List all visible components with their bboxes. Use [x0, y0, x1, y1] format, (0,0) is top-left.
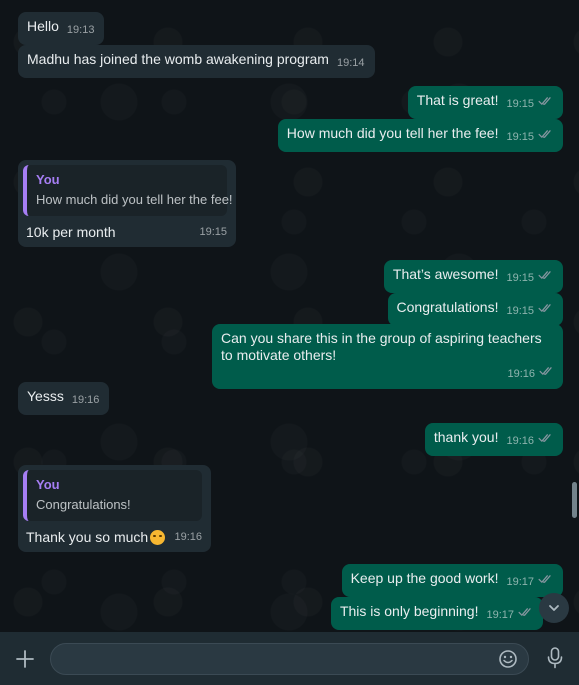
- quoted-author: You: [36, 477, 60, 492]
- read-ticks-icon: [538, 304, 551, 312]
- emoji-button[interactable]: [498, 649, 518, 669]
- message-text: thank you!: [433, 429, 499, 445]
- message-outgoing[interactable]: That’s awesome! 19:15: [383, 260, 563, 293]
- message-time: 19:14: [336, 57, 365, 69]
- message-time: 19:16: [71, 394, 100, 406]
- message-input-box[interactable]: [50, 643, 529, 675]
- message-input[interactable]: [51, 644, 509, 674]
- message-text: 10k per month: [26, 224, 116, 240]
- message-text: Madhu has joined the womb awakening prog…: [27, 51, 329, 67]
- message-time: 19:15: [506, 131, 534, 143]
- message-outgoing[interactable]: thank you! 19:16: [424, 423, 563, 456]
- microphone-icon: [547, 647, 563, 669]
- read-ticks-icon: [538, 271, 551, 279]
- message-text: How much did you tell her the fee!: [286, 125, 499, 141]
- chat-area[interactable]: Hello 19:13 Madhu has joined the womb awa…: [0, 0, 579, 632]
- attach-button[interactable]: [14, 648, 36, 670]
- message-time: 19:15: [506, 98, 534, 110]
- read-ticks-icon: [538, 434, 551, 442]
- scrollbar-thumb[interactable]: [572, 482, 577, 518]
- emoji-icon: [499, 650, 517, 668]
- message-time: 19:16: [507, 368, 535, 380]
- message-time: 19:15: [506, 305, 534, 317]
- message-text: Keep up the good work!: [350, 570, 499, 586]
- quoted-text: Congratulations!: [36, 497, 131, 512]
- quoted-message[interactable]: You Congratulations!: [23, 470, 202, 521]
- message-time: 19:15: [199, 226, 227, 238]
- read-ticks-icon: [518, 608, 531, 616]
- chevron-down-icon: [549, 605, 559, 611]
- message-time: 19:15: [506, 272, 534, 284]
- message-text: Thank you so much: [26, 529, 149, 545]
- message-incoming[interactable]: Yesss 19:16: [18, 382, 110, 415]
- message-incoming-reply[interactable]: You How much did you tell her the fee! 1…: [18, 160, 236, 247]
- message-time: 19:17: [486, 609, 514, 621]
- message-outgoing[interactable]: How much did you tell her the fee! 19:15: [277, 119, 563, 152]
- message-outgoing[interactable]: Can you share this in the group of aspir…: [212, 324, 563, 389]
- message-text: Yesss: [27, 388, 64, 404]
- message-time: 19:13: [66, 24, 95, 36]
- read-ticks-icon: [538, 130, 551, 138]
- message-time: 19:17: [506, 576, 534, 588]
- message-outgoing[interactable]: Congratulations! 19:15: [387, 293, 563, 326]
- voice-message-button[interactable]: [545, 646, 565, 670]
- read-ticks-icon: [539, 367, 552, 375]
- quoted-message[interactable]: You How much did you tell her the fee!: [23, 165, 233, 216]
- read-ticks-icon: [538, 575, 551, 583]
- message-incoming[interactable]: Madhu has joined the womb awakening prog…: [18, 45, 375, 78]
- read-ticks-icon: [538, 97, 551, 105]
- message-outgoing[interactable]: That is great! 19:15: [407, 86, 563, 119]
- quoted-text: How much did you tell her the fee!: [36, 192, 233, 207]
- message-text: Can you share this in the group of aspir…: [221, 330, 542, 363]
- message-composer: [0, 632, 579, 685]
- message-incoming-reply[interactable]: You Congratulations! Thank you so much 1…: [18, 465, 211, 552]
- message-time: 19:16: [506, 435, 534, 447]
- scroll-to-bottom-button[interactable]: [539, 593, 569, 623]
- smiling-face-emoji-icon: [150, 530, 166, 545]
- message-incoming[interactable]: Hello 19:13: [18, 12, 105, 45]
- message-text: This is only beginning!: [339, 603, 479, 619]
- message-text: That is great!: [416, 92, 499, 108]
- plus-icon: [16, 650, 34, 668]
- message-text: Congratulations!: [396, 299, 499, 315]
- message-text: Hello: [27, 18, 59, 34]
- message-time: 19:16: [174, 531, 202, 543]
- message-outgoing[interactable]: Keep up the good work! 19:17: [341, 564, 563, 597]
- quoted-author: You: [36, 172, 60, 187]
- message-outgoing[interactable]: This is only beginning! 19:17: [330, 597, 543, 630]
- message-text: That’s awesome!: [392, 266, 499, 282]
